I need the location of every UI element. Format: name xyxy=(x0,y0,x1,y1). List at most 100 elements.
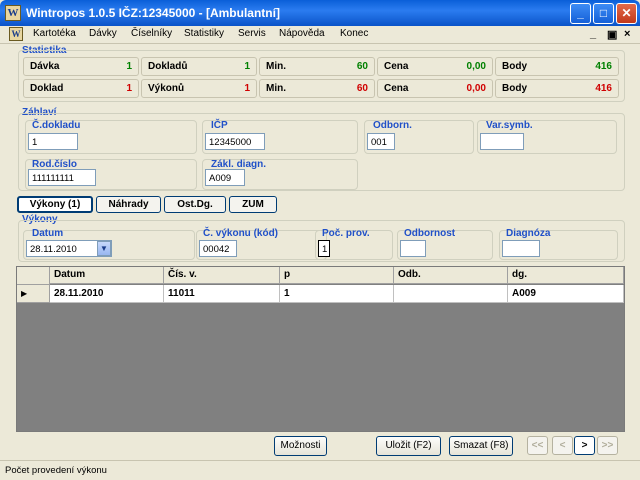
stat-label: Výkonů xyxy=(148,83,185,94)
document-icon[interactable]: W xyxy=(9,27,23,41)
grid-corner xyxy=(17,267,50,285)
stat-body: Body 416 xyxy=(495,57,619,76)
stat-value: 1 xyxy=(126,83,132,94)
icp-input[interactable]: 12345000 xyxy=(205,133,265,150)
menu-ciselniky[interactable]: Číselníky xyxy=(131,28,172,39)
icp-field: IČP 12345000 xyxy=(202,120,358,154)
stat-min-doklad: Min. 60 xyxy=(259,79,375,98)
stat-cena-doklad: Cena 0,00 xyxy=(377,79,493,98)
stat-label: Cena xyxy=(384,61,409,72)
next-record-button[interactable]: > xyxy=(574,436,595,455)
zakl-diagn-input[interactable]: A009 xyxy=(205,169,245,186)
datum-field: Datum 28.11.2010 ▼ xyxy=(23,228,195,260)
status-text: Počet provedení výkonu xyxy=(5,465,107,476)
odborn-input[interactable]: 001 xyxy=(367,133,395,150)
odbornost-input[interactable] xyxy=(400,240,426,257)
c-vykonu-field: Č. výkonu (kód) 00042 xyxy=(196,228,327,260)
stat-value: 60 xyxy=(356,61,368,72)
delete-button[interactable]: Smazat (F8) xyxy=(449,436,513,456)
poc-prov-field: Poč. prov. 1 xyxy=(315,228,393,260)
stat-value: 416 xyxy=(595,61,612,72)
menu-kartoteka[interactable]: Kartotéka xyxy=(33,28,76,39)
stat-label: Cena xyxy=(384,83,409,94)
statistika-group: Dávka 1 Dokladů 1 Min. 60 Cena 0,00 Body… xyxy=(18,50,625,102)
previous-record-button[interactable]: < xyxy=(552,436,573,455)
stat-value: 1 xyxy=(126,61,132,72)
diagnoza-input[interactable] xyxy=(502,240,540,257)
tab-zum[interactable]: ZUM xyxy=(229,196,277,213)
stat-min: Min. 60 xyxy=(259,57,375,76)
minimize-button[interactable]: _ xyxy=(570,3,591,24)
column-header-odb[interactable]: Odb. xyxy=(394,267,508,284)
datum-label: Datum xyxy=(32,228,64,239)
c-vykonu-input[interactable]: 00042 xyxy=(199,240,237,257)
mdi-restore-button[interactable]: ▣ xyxy=(607,28,617,41)
vykony-group: Datum 28.11.2010 ▼ Č. výkonu (kód) 00042… xyxy=(18,220,625,262)
zahlavi-group: Č.dokladu 1 IČP 12345000 Odborn. 001 Var… xyxy=(18,113,625,191)
icp-label: IČP xyxy=(211,120,228,131)
odborn-label: Odborn. xyxy=(373,120,412,131)
stat-value: 1 xyxy=(244,61,250,72)
menu-konec[interactable]: Konec xyxy=(340,28,368,39)
stat-vykonu: Výkonů 1 xyxy=(141,79,257,98)
c-dokladu-label: Č.dokladu xyxy=(32,120,81,131)
diagnoza-label: Diagnóza xyxy=(506,228,551,239)
table-cell-datum[interactable]: 28.11.2010 xyxy=(50,285,164,303)
column-header-cis-v[interactable]: Čís. v. xyxy=(164,267,280,284)
stat-label: Body xyxy=(502,61,527,72)
last-record-button[interactable]: >> xyxy=(597,436,618,455)
c-dokladu-field: Č.dokladu 1 xyxy=(25,120,197,154)
stat-cena: Cena 0,00 xyxy=(377,57,493,76)
stat-value: 0,00 xyxy=(466,83,486,94)
close-button[interactable]: ✕ xyxy=(616,3,637,24)
stat-value: 0,00 xyxy=(466,61,486,72)
poc-prov-input[interactable]: 1 xyxy=(318,240,330,257)
column-header-dg[interactable]: dg. xyxy=(508,267,624,284)
calendar-dropdown-button[interactable]: ▼ xyxy=(97,241,111,256)
table-cell-p[interactable]: 1 xyxy=(280,285,394,303)
menu-servis[interactable]: Servis xyxy=(238,28,266,39)
diagnoza-field: Diagnóza xyxy=(499,228,618,260)
mdi-close-button[interactable]: × xyxy=(624,28,630,40)
odbornost-field: Odbornost xyxy=(397,228,493,260)
menu-davky[interactable]: Dávky xyxy=(89,28,117,39)
stat-body-doklad: Body 416 xyxy=(495,79,619,98)
stat-label: Body xyxy=(502,83,527,94)
tab-nahrady[interactable]: Náhrady xyxy=(96,196,161,213)
menu-napoveda[interactable]: Nápověda xyxy=(279,28,325,39)
table-cell-cis-v[interactable]: 11011 xyxy=(164,285,280,303)
table-cell-odb[interactable] xyxy=(394,285,508,303)
title-bar[interactable]: W Wintropos 1.0.5 IČZ:12345000 - [Ambula… xyxy=(0,0,640,26)
column-header-datum[interactable]: Datum xyxy=(50,267,164,284)
save-button[interactable]: Uložit (F2) xyxy=(376,436,441,456)
vykony-grid[interactable]: Datum Čís. v. p Odb. dg. ▶ 28.11.2010 11… xyxy=(16,266,625,432)
stat-label: Min. xyxy=(266,83,286,94)
stat-label: Min. xyxy=(266,61,286,72)
tab-ost-dg[interactable]: Ost.Dg. xyxy=(164,196,226,213)
column-header-p[interactable]: p xyxy=(280,267,394,284)
stat-label: Dávka xyxy=(30,61,60,72)
status-bar: Počet provedení výkonu xyxy=(0,460,640,480)
stat-value: 416 xyxy=(595,83,612,94)
mdi-minimize-button[interactable]: _ xyxy=(590,28,596,40)
var-symb-input[interactable] xyxy=(480,133,524,150)
rod-cislo-input[interactable]: 111111111 xyxy=(28,169,96,186)
app-icon[interactable]: W xyxy=(5,5,21,21)
var-symb-label: Var.symb. xyxy=(486,120,533,131)
row-indicator-icon[interactable]: ▶ xyxy=(17,285,50,303)
odborn-field: Odborn. 001 xyxy=(364,120,474,154)
zakl-diagn-field: Zákl. diagn. A009 xyxy=(202,159,358,190)
maximize-button[interactable]: □ xyxy=(593,3,614,24)
first-record-button[interactable]: << xyxy=(527,436,548,455)
tab-vykony[interactable]: Výkony (1) xyxy=(17,196,93,213)
rod-cislo-field: Rod.číslo 111111111 xyxy=(25,159,197,190)
menu-statistiky[interactable]: Statistiky xyxy=(184,28,224,39)
stat-dokladu: Dokladů 1 xyxy=(141,57,257,76)
c-vykonu-label: Č. výkonu (kód) xyxy=(203,228,279,239)
table-cell-dg[interactable]: A009 xyxy=(508,285,624,303)
c-dokladu-input[interactable]: 1 xyxy=(28,133,78,150)
poc-prov-label: Poč. prov. xyxy=(322,228,370,239)
stat-label: Dokladů xyxy=(148,61,188,72)
var-symb-field: Var.symb. xyxy=(477,120,617,154)
moznosti-button[interactable]: Možnosti xyxy=(274,436,327,456)
